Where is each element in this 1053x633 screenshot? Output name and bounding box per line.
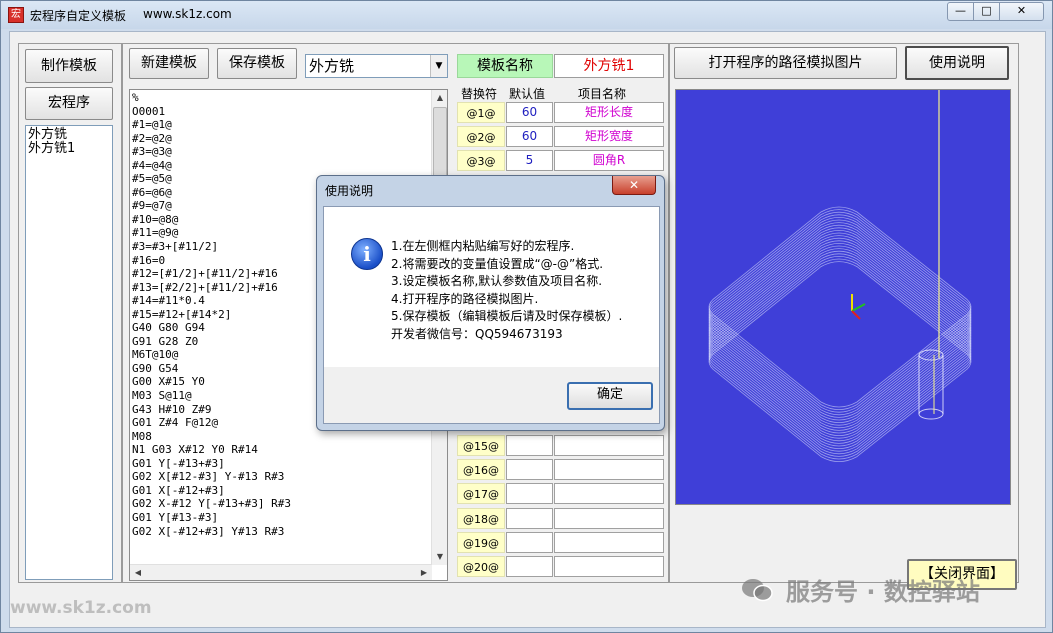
param-name-input[interactable] [554,459,664,481]
param-tag: @18@ [457,507,505,529]
code-line: M08 [132,429,152,443]
wechat-icon [742,579,773,602]
param-tag: @1@ [457,102,505,123]
col-header-name: 项目名称 [578,87,627,101]
dialog-line: 3.设定模板名称,默认参数值及项目名称. [391,274,603,288]
code-line: % [132,91,139,104]
code-line: G02 X-#12 Y[-#13+#3] R#3 [132,497,291,511]
list-item[interactable]: 外方铣1 [28,142,110,156]
window-title: 宏程序自定义模板 [30,9,127,23]
template-name-label: 模板名称 [457,54,553,78]
open-image-button[interactable]: 打开程序的路径模拟图片 [674,47,897,79]
param-default-input[interactable] [506,531,553,553]
code-line: G01 Y[-#13+#3] [132,456,225,470]
template-name-input[interactable]: 外方铣1 [554,54,664,78]
info-icon: i [351,238,383,270]
dialog-close-icon[interactable]: ✕ [612,176,656,195]
usage-button[interactable]: 使用说明 [905,46,1009,80]
code-line: G01 Y[#13-#3] [132,510,219,524]
chevron-down-icon[interactable]: ▼ [430,55,447,77]
param-default-input[interactable]: 5 [506,150,553,171]
param-default-input[interactable] [506,556,553,577]
param-tag: @2@ [457,126,505,147]
param-name-input[interactable] [554,483,664,505]
dialog-line: 2.将需要改的变量值设置成“@-@”格式. [391,256,604,271]
param-name-input[interactable] [554,556,664,577]
dialog-line: 5.保存模板（编辑模板后请及时保存模板）. [391,309,623,323]
param-name-input[interactable]: 矩形长度 [554,102,664,123]
param-default-input[interactable] [506,435,553,456]
minimize-icon[interactable]: — [947,2,974,21]
dialog-line: 开发者微信号：QQ594673193 [391,326,563,341]
param-name-input[interactable] [554,435,664,456]
scroll-down-icon[interactable]: ▼ [432,549,447,565]
code-line: G01 X[-#12+#3] [132,483,225,497]
col-header-tag: 替换符 [461,87,498,101]
maximize-icon[interactable]: □ [973,2,1000,21]
close-icon[interactable]: ✕ [999,2,1044,21]
title-bar: 宏 宏程序自定义模板 www.sk1z.com — □ ✕ [1,1,1052,29]
usage-dialog: 使用说明 ✕ i 1.在左侧框内粘贴编写好的宏程序. 2.将需要改的变量值设置成“… [316,175,665,431]
param-name-input[interactable] [554,507,664,529]
param-default-input[interactable]: 60 [506,126,553,147]
make-template-button[interactable]: 制作模板 [25,49,113,83]
toolpath-graphic [708,90,972,462]
dialog-content: i 1.在左侧框内粘贴编写好的宏程序. 2.将需要改的变量值设置成“@-@”格式.… [324,207,659,367]
param-default-input[interactable]: 60 [506,102,553,123]
code-line: N1 G03 X#12 Y0 R#14 [132,443,258,457]
param-tag: @17@ [457,483,505,505]
dialog-body: i 1.在左侧框内粘贴编写好的宏程序. 2.将需要改的变量值设置成“@-@”格式.… [323,206,660,424]
param-default-input[interactable] [506,459,553,481]
param-name-input[interactable]: 圆角R [554,150,664,171]
code-line: #2=@2@ [132,131,172,145]
code-line: #4=@4@ [132,158,172,172]
template-list[interactable]: 外方铣 外方铣1 [25,125,113,580]
code-line: #1=@1@ [132,118,172,132]
dialog-title: 使用说明 [325,184,374,198]
param-tag: @19@ [457,531,505,553]
param-default-input[interactable] [506,507,553,529]
watermark-left: www.sk1z.com [10,598,152,618]
toolpath-preview-image [675,89,1011,505]
dialog-line: 1.在左侧框内粘贴编写好的宏程序. [391,239,575,253]
macro-program-button[interactable]: 宏程序 [25,87,113,120]
template-select-value: 外方铣 [309,57,355,75]
param-name-input[interactable]: 矩形宽度 [554,126,664,147]
ok-button[interactable]: 确定 [567,382,653,410]
scroll-left-icon[interactable]: ◀ [130,565,146,580]
code-line: G02 X[-#12+#3] Y#13 R#3 [132,524,285,538]
watermark-right: 服务号 · 数控驿站 [786,578,980,606]
code-line: O0001 [132,104,166,118]
param-tag: @3@ [457,150,505,171]
new-template-button[interactable]: 新建模板 [129,48,209,79]
code-line: G02 X[#12-#3] Y-#13 R#3 [132,470,285,484]
scroll-right-icon[interactable]: ▶ [416,565,432,580]
col-header-default: 默认值 [509,87,546,101]
dialog-message: 1.在左侧框内粘贴编写好的宏程序. 2.将需要改的变量值设置成“@-@”格式. 3.… [391,238,657,343]
dialog-line: 4.打开程序的路径模拟图片. [391,291,539,306]
param-tag: @20@ [457,556,505,577]
param-tag: @15@ [457,435,505,456]
list-item[interactable]: 外方铣 [28,128,110,142]
app-icon: 宏 [8,7,24,23]
code-line: #3=@3@ [132,145,172,159]
template-select[interactable]: 外方铣 ▼ [305,54,448,78]
horizontal-scrollbar[interactable]: ◀ ▶ [130,564,432,580]
save-template-button[interactable]: 保存模板 [217,48,297,79]
param-name-input[interactable] [554,531,664,553]
window-title-url: www.sk1z.com [143,7,232,21]
param-default-input[interactable] [506,483,553,505]
axis-triad [851,294,866,320]
param-tag: @16@ [457,459,505,481]
scroll-up-icon[interactable]: ▲ [432,90,447,106]
